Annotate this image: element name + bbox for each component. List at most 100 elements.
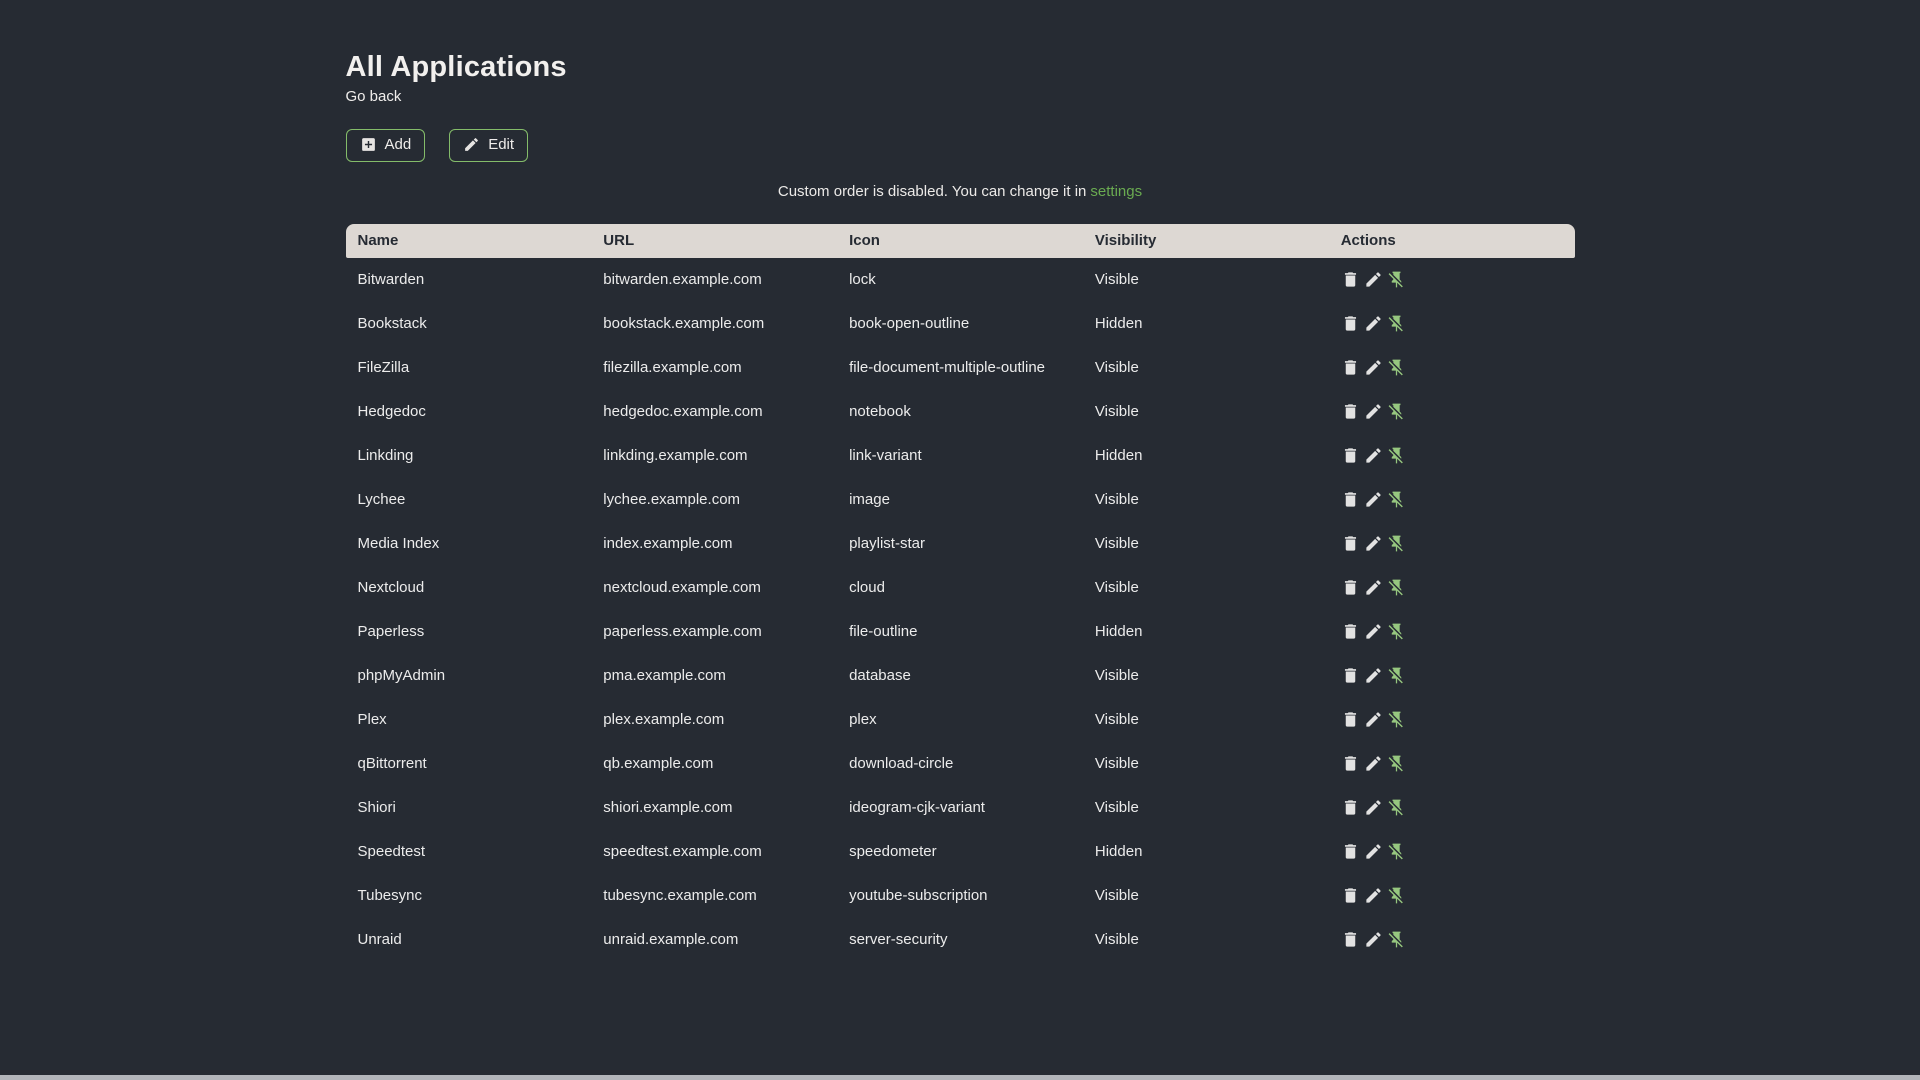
app-name: Plex [357,711,387,729]
delete-icon[interactable] [1341,402,1360,421]
app-url: qb.example.com [603,755,714,773]
table-row: Plex plex.example.com plex Visible [346,698,1575,742]
column-header-visibility: Visibility [1082,223,1329,258]
unpin-icon[interactable] [1387,402,1406,421]
app-url: shiori.example.com [603,799,733,817]
delete-icon[interactable] [1341,754,1360,773]
delete-icon[interactable] [1341,358,1360,377]
edit-icon[interactable] [1364,710,1383,729]
unpin-icon[interactable] [1387,930,1406,949]
delete-icon[interactable] [1341,534,1360,553]
unpin-icon[interactable] [1387,270,1406,289]
delete-icon[interactable] [1341,578,1360,597]
delete-icon[interactable] [1341,446,1360,465]
app-url: pma.example.com [603,667,726,685]
delete-icon[interactable] [1341,622,1360,641]
app-name: Media Index [357,535,440,553]
edit-icon[interactable] [1364,930,1383,949]
table-row: Nextcloud nextcloud.example.com cloud Vi… [346,566,1575,610]
app-visibility: Visible [1094,535,1139,553]
unpin-icon[interactable] [1387,622,1406,641]
table-row: Tubesync tubesync.example.com youtube-su… [346,874,1575,918]
app-visibility: Visible [1094,711,1139,729]
unpin-icon[interactable] [1387,578,1406,597]
app-name: Linkding [357,447,414,465]
app-actions [1329,742,1575,786]
unpin-icon[interactable] [1387,314,1406,333]
notice-text: Custom order is disabled. You can change… [777,182,1087,200]
app-name: Nextcloud [357,579,425,597]
table-row: Speedtest speedtest.example.com speedome… [346,830,1575,874]
table-row: qBittorrent qb.example.com download-circ… [346,742,1575,786]
app-visibility: Visible [1094,271,1139,289]
applications-table: Name URL Icon Visibility Actions Bitward… [345,223,1575,962]
table-row: Unraid unraid.example.com server-securit… [346,918,1575,962]
app-name: Bookstack [357,315,427,333]
app-icon-name: speedometer [849,843,937,861]
unpin-icon[interactable] [1387,534,1406,553]
edit-button-label: Edit [488,135,515,153]
app-actions [1329,434,1575,478]
edit-icon[interactable] [1364,402,1383,421]
app-actions [1329,698,1575,742]
table-row: Shiori shiori.example.com ideogram-cjk-v… [346,786,1575,830]
delete-icon[interactable] [1341,490,1360,509]
unpin-icon[interactable] [1387,842,1406,861]
add-button[interactable]: Add [345,128,426,162]
edit-icon[interactable] [1364,314,1383,333]
app-actions [1329,522,1575,566]
delete-icon[interactable] [1341,710,1360,729]
app-actions [1329,478,1575,522]
unpin-icon[interactable] [1387,446,1406,465]
edit-icon[interactable] [1364,622,1383,641]
delete-icon[interactable] [1341,842,1360,861]
app-actions [1329,390,1575,434]
edit-button[interactable]: Edit [449,128,529,162]
settings-link[interactable]: settings [1090,183,1142,200]
edit-icon[interactable] [1364,886,1383,905]
table-row: Hedgedoc hedgedoc.example.com notebook V… [346,390,1575,434]
app-url: bookstack.example.com [603,315,765,333]
unpin-icon[interactable] [1387,490,1406,509]
edit-icon[interactable] [1364,754,1383,773]
edit-icon[interactable] [1364,358,1383,377]
app-name: Bitwarden [357,271,425,289]
edit-icon[interactable] [1364,270,1383,289]
app-icon-name: image [849,491,890,509]
unpin-icon[interactable] [1387,754,1406,773]
app-icon-name: plex [849,711,877,729]
delete-icon[interactable] [1341,270,1360,289]
app-name: Shiori [357,799,396,817]
delete-icon[interactable] [1341,314,1360,333]
edit-icon[interactable] [1364,534,1383,553]
app-actions [1329,258,1575,302]
unpin-icon[interactable] [1387,886,1406,905]
table-row: Media Index index.example.com playlist-s… [346,522,1575,566]
edit-icon[interactable] [1364,666,1383,685]
app-name: Lychee [357,491,406,509]
edit-icon[interactable] [1364,490,1383,509]
unpin-icon[interactable] [1387,798,1406,817]
app-name: Speedtest [357,843,426,861]
app-visibility: Visible [1094,491,1139,509]
delete-icon[interactable] [1341,930,1360,949]
delete-icon[interactable] [1341,666,1360,685]
column-header-url: URL [591,223,838,258]
unpin-icon[interactable] [1387,358,1406,377]
table-row: phpMyAdmin pma.example.com database Visi… [346,654,1575,698]
delete-icon[interactable] [1341,886,1360,905]
app-visibility: Visible [1094,403,1139,421]
app-visibility: Visible [1094,667,1139,685]
app-icon-name: book-open-outline [849,315,970,333]
app-actions [1329,654,1575,698]
edit-icon[interactable] [1364,798,1383,817]
unpin-icon[interactable] [1387,710,1406,729]
delete-icon[interactable] [1341,798,1360,817]
app-icon-name: youtube-subscription [849,887,988,905]
go-back-link[interactable]: Go back [346,88,402,105]
edit-icon[interactable] [1364,842,1383,861]
edit-icon[interactable] [1364,446,1383,465]
horizontal-scrollbar[interactable] [0,1075,1920,1080]
edit-icon[interactable] [1364,578,1383,597]
unpin-icon[interactable] [1387,666,1406,685]
